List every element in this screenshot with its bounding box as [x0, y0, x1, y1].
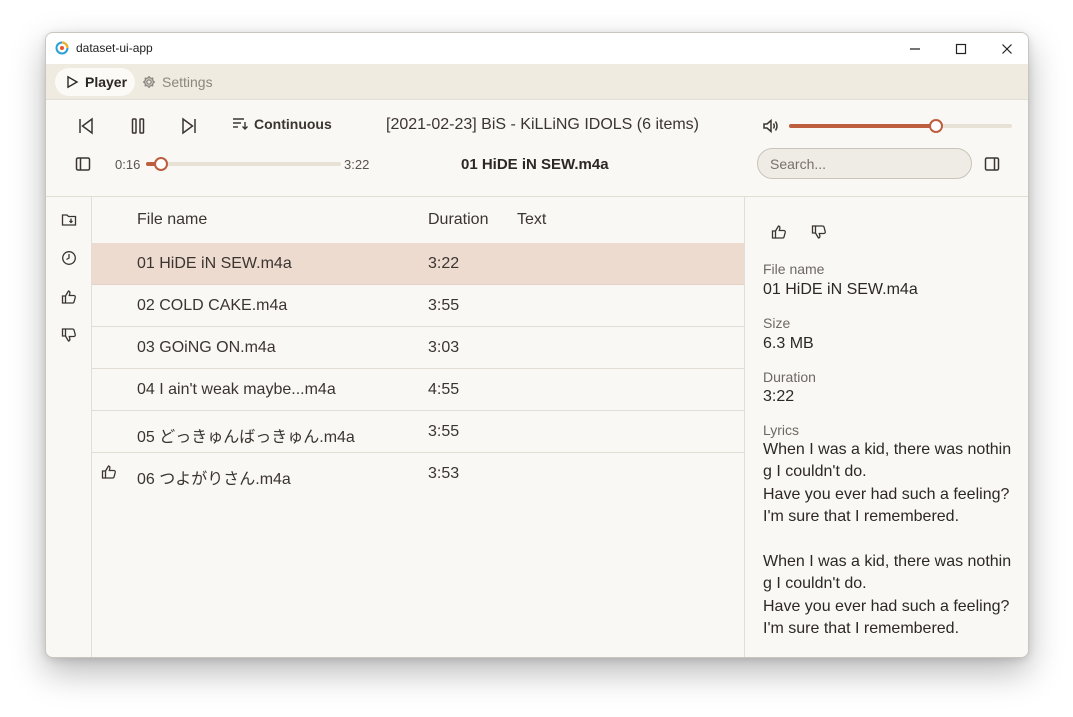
pause-icon [131, 118, 145, 134]
column-header-file-name[interactable]: File name [137, 211, 207, 229]
window-title: dataset-ui-app [76, 41, 153, 55]
row-file-name: 01 HiDE iN SEW.m4a [137, 255, 292, 272]
column-header-text[interactable]: Text [517, 211, 546, 229]
rail-history-button[interactable] [58, 247, 80, 269]
close-icon [1002, 43, 1012, 54]
table-row[interactable]: 02 COLD CAKE.m4a 3:55 [92, 285, 744, 327]
row-file-name: 05 どっきゅんばっきゅん.m4a [137, 429, 355, 446]
detail-size-label: Size [763, 315, 791, 331]
volume-slider-fill [789, 124, 936, 128]
row-file-name: 03 GOiNG ON.m4a [137, 339, 276, 356]
row-duration: 3:53 [428, 465, 460, 482]
row-duration: 3:55 [428, 423, 460, 440]
thumbs-down-icon [61, 328, 76, 342]
row-duration: 3:55 [428, 297, 460, 314]
search-input[interactable] [757, 148, 972, 179]
table-row[interactable]: 03 GOiNG ON.m4a 3:03 [92, 327, 744, 369]
previous-track-button[interactable] [74, 114, 98, 138]
close-window-button[interactable] [984, 33, 1028, 64]
rail-liked-button[interactable] [58, 286, 80, 308]
skip-previous-icon [79, 117, 93, 135]
table-row[interactable]: 05 どっきゅんばっきゅん.m4a 3:55 [92, 411, 744, 453]
playlist-title: [2021-02-23] BiS - KiLLiNG IDOLS (6 item… [386, 116, 700, 133]
row-liked-indicator [101, 464, 117, 485]
total-time: 3:22 [344, 157, 370, 172]
detail-lyrics-label: Lyrics [763, 422, 800, 438]
volume-button[interactable] [759, 114, 783, 138]
detail-panel: File name 01 HiDE iN SEW.m4a Size 6.3 MB… [744, 197, 1028, 657]
minimize-button[interactable] [892, 33, 938, 64]
gear-icon [143, 76, 155, 88]
detail-file-name: 01 HiDE iN SEW.m4a [763, 281, 918, 298]
toggle-right-sidebar-button[interactable] [980, 152, 1004, 176]
history-icon [62, 251, 76, 265]
skip-next-icon [182, 117, 196, 135]
column-header-duration[interactable]: Duration [428, 211, 488, 229]
volume-slider[interactable] [789, 119, 1012, 133]
pause-button[interactable] [126, 114, 150, 138]
now-playing-title: 01 HiDE iN SEW.m4a [461, 156, 609, 173]
repeat-mode-label: Continuous [254, 116, 332, 132]
row-file-name: 06 つよがりさん.m4a [137, 471, 291, 488]
toggle-left-sidebar-button[interactable] [71, 152, 95, 176]
list-header: File name Duration Text [92, 197, 744, 243]
tab-settings-label: Settings [162, 74, 213, 90]
tab-bar: Player Settings [46, 64, 1028, 100]
player-controls: Continuous [2021-02-23] BiS - KiLLiNG ID… [46, 100, 1028, 197]
app-logo-icon [55, 41, 69, 55]
detail-duration: 3:22 [763, 388, 795, 405]
seek-slider-knob[interactable] [154, 157, 168, 171]
folder-icon [61, 214, 77, 226]
tab-player[interactable]: Player [55, 68, 136, 96]
play-icon [67, 75, 79, 89]
volume-slider-knob[interactable] [929, 119, 943, 133]
rail-folder-button[interactable] [58, 209, 80, 231]
row-duration: 3:22 [428, 255, 460, 272]
dislike-button[interactable] [808, 221, 830, 243]
row-duration: 3:03 [428, 339, 460, 356]
detail-size: 6.3 MB [763, 335, 814, 352]
thumbs-up-icon [771, 225, 786, 239]
detail-duration-label: Duration [763, 369, 816, 385]
elapsed-time: 0:16 [115, 157, 141, 172]
sidebar-right-icon [984, 157, 1000, 171]
track-list: File name Duration Text 01 HiDE iN SEW.m… [92, 197, 744, 657]
thumbs-up-icon [101, 465, 116, 479]
seek-slider[interactable] [146, 157, 341, 171]
thumbs-down-icon [811, 225, 826, 239]
maximize-icon [955, 43, 967, 54]
row-file-name: 04 I ain't weak maybe...m4a [137, 381, 336, 398]
title-bar: dataset-ui-app [46, 33, 1028, 64]
app-window: dataset-ui-app Player Settings Continuou… [45, 32, 1029, 658]
rail-disliked-button[interactable] [58, 324, 80, 346]
sidebar-left-icon [75, 157, 91, 171]
left-rail [46, 197, 92, 657]
thumbs-up-icon [61, 290, 76, 304]
detail-file-name-label: File name [763, 261, 825, 277]
tab-settings[interactable]: Settings [132, 68, 221, 96]
repeat-mode-button[interactable]: Continuous [232, 116, 332, 132]
table-row[interactable]: 06 つよがりさん.m4a 3:53 [92, 453, 744, 495]
playlist-continuous-icon [233, 118, 248, 130]
table-row[interactable]: 04 I ain't weak maybe...m4a 4:55 [92, 369, 744, 411]
next-track-button[interactable] [177, 114, 201, 138]
row-file-name: 02 COLD CAKE.m4a [137, 297, 288, 314]
detail-lyrics: When I was a kid, there was nothing I co… [763, 441, 1012, 638]
row-duration: 4:55 [428, 381, 460, 398]
volume-icon [763, 118, 778, 134]
like-button[interactable] [768, 221, 790, 243]
maximize-button[interactable] [938, 33, 984, 64]
tab-player-label: Player [85, 74, 128, 90]
table-row[interactable]: 01 HiDE iN SEW.m4a 3:22 [92, 243, 744, 285]
minimize-icon [910, 47, 920, 50]
